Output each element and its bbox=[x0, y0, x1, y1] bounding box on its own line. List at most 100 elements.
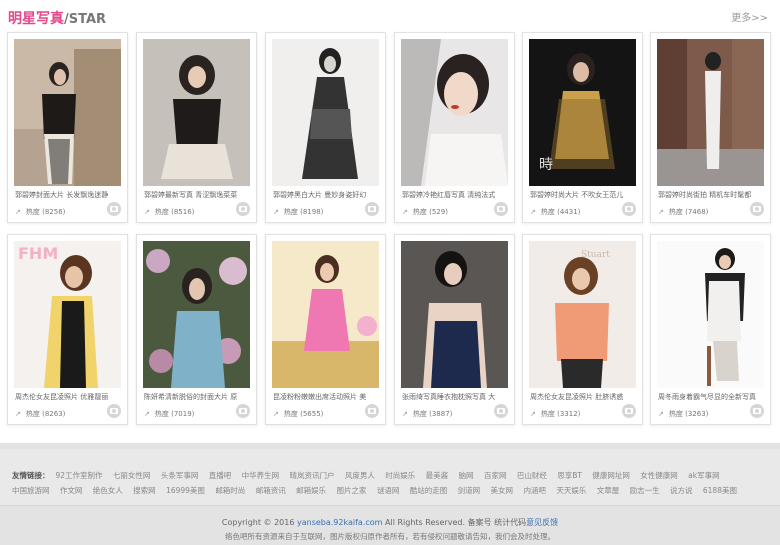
friend-link[interactable]: 巴山财经 bbox=[517, 471, 547, 480]
friend-link[interactable]: 92工作室制作 bbox=[56, 471, 103, 480]
photo-card[interactable]: 郭碧婷冷艳红唇写真 清纯法式 ↗ 热度 (529) bbox=[394, 32, 515, 223]
friend-link[interactable]: 作文网 bbox=[60, 486, 83, 495]
photo-card[interactable]: 昆凌粉粉嫩嫩出席活动照片 美 ↗ 热度 (5655) bbox=[265, 234, 386, 425]
photo-card[interactable]: 陈妍希清新脱俗的封面大片 原 ↗ 热度 (7019) bbox=[136, 234, 257, 425]
friend-link[interactable]: 6188美图 bbox=[703, 486, 737, 495]
photo-thumbnail[interactable] bbox=[14, 39, 121, 186]
photo-thumbnail[interactable] bbox=[657, 39, 764, 186]
photo-card[interactable]: 周冬雨身着霸气尽显的全新写真 ↗ 热度 (3263) bbox=[650, 234, 771, 425]
friend-link[interactable]: 邮箱时尚 bbox=[215, 486, 245, 495]
photo-card[interactable]: 郭碧婷最新写真 青涩飘逸菜菜 ↗ 热度 (8516) bbox=[136, 32, 257, 223]
heat-count: ↗ 热度 (7468) bbox=[658, 208, 709, 216]
photo-thumbnail[interactable] bbox=[272, 241, 379, 388]
camera-icon[interactable] bbox=[107, 202, 121, 216]
rights-text: All Rights Reserved. bbox=[385, 518, 466, 527]
friend-link[interactable]: 百家网 bbox=[484, 471, 507, 480]
photo-caption[interactable]: 周杰伦女友昆凌照片 优雅靓丽 bbox=[15, 392, 120, 402]
friend-link[interactable]: 邮箱娱乐 bbox=[296, 486, 326, 495]
photo-thumbnail[interactable] bbox=[401, 241, 508, 388]
photo-caption[interactable]: 郭碧婷封面大片 长发飘逸迷静 bbox=[15, 190, 120, 200]
camera-icon[interactable] bbox=[365, 202, 379, 216]
photo-caption[interactable]: 周杰伦女友昆凌照片 肚脐诱惑 bbox=[530, 392, 635, 402]
photo-caption[interactable]: 周冬雨身着霸气尽显的全新写真 bbox=[658, 392, 763, 402]
photo-caption[interactable]: 郭碧婷冷艳红唇写真 清纯法式 bbox=[402, 190, 507, 200]
share-icon: ↗ bbox=[273, 410, 279, 418]
photo-thumbnail[interactable]: Stuart bbox=[529, 241, 636, 388]
friend-link[interactable]: 内涵吧 bbox=[523, 486, 546, 495]
friend-link[interactable]: 文章屋 bbox=[597, 486, 620, 495]
friend-link[interactable]: 酷站的走图 bbox=[410, 486, 448, 495]
photo-thumbnail[interactable] bbox=[272, 39, 379, 186]
photo-caption[interactable]: 张雨绮写真睡衣抱枕照写真 大 bbox=[402, 392, 507, 402]
camera-icon[interactable] bbox=[622, 202, 636, 216]
photo-caption[interactable]: 陈妍希清新脱俗的封面大片 原 bbox=[144, 392, 249, 402]
photo-thumbnail[interactable] bbox=[657, 241, 764, 388]
svg-text:FHM: FHM bbox=[18, 244, 58, 263]
share-icon: ↗ bbox=[530, 410, 536, 418]
friend-link[interactable]: 绝色女人 bbox=[93, 486, 123, 495]
friend-link[interactable]: 美女网 bbox=[491, 486, 514, 495]
share-icon: ↗ bbox=[15, 410, 21, 418]
friend-link[interactable]: 邮箱资讯 bbox=[256, 486, 286, 495]
friend-link[interactable]: 励志一生 bbox=[630, 486, 660, 495]
share-icon: ↗ bbox=[658, 410, 664, 418]
photo-caption[interactable]: 昆凌粉粉嫩嫩出席活动照片 美 bbox=[273, 392, 378, 402]
friend-link[interactable]: 最美酱 bbox=[426, 471, 449, 480]
feedback-link[interactable]: 意见反馈 bbox=[526, 518, 558, 527]
photo-caption[interactable]: 郭碧婷时尚大片 不吹女王范儿 bbox=[530, 190, 635, 200]
friend-link[interactable]: ak军事网 bbox=[688, 471, 719, 480]
site-domain-link[interactable]: yanseba.92kaifa.com bbox=[297, 518, 382, 527]
friend-link[interactable]: 思享BT bbox=[557, 471, 582, 480]
heat-count: ↗ 热度 (3887) bbox=[402, 410, 453, 418]
camera-icon[interactable] bbox=[750, 202, 764, 216]
photo-thumbnail[interactable] bbox=[143, 39, 250, 186]
camera-icon[interactable] bbox=[365, 404, 379, 418]
friend-link[interactable]: 天天娱乐 bbox=[556, 486, 586, 495]
share-icon: ↗ bbox=[658, 208, 664, 216]
camera-icon[interactable] bbox=[236, 404, 250, 418]
photo-card[interactable]: 郭碧婷封面大片 长发飘逸迷静 ↗ 热度 (8256) bbox=[7, 32, 128, 223]
friend-link[interactable]: 风度男人 bbox=[345, 471, 375, 480]
photo-caption[interactable]: 郭碧婷黑白大片 曼妙身姿好幻 bbox=[273, 190, 378, 200]
photo-caption[interactable]: 郭碧婷最新写真 青涩飘逸菜菜 bbox=[144, 190, 249, 200]
friend-link[interactable]: 中国旅游网 bbox=[12, 486, 50, 495]
camera-icon[interactable] bbox=[494, 202, 508, 216]
friend-link[interactable]: 头条军事网 bbox=[161, 471, 199, 480]
share-icon: ↗ bbox=[402, 410, 408, 418]
photo-card[interactable]: 郭碧婷黑白大片 曼妙身姿好幻 ↗ 热度 (8198) bbox=[265, 32, 386, 223]
photo-thumbnail[interactable] bbox=[143, 241, 250, 388]
camera-icon[interactable] bbox=[494, 404, 508, 418]
friend-link[interactable]: 16999美图 bbox=[166, 486, 205, 495]
photo-caption[interactable]: 郭碧婷时尚街拍 精机车时髦都 bbox=[658, 190, 763, 200]
friend-link[interactable]: 说方说 bbox=[670, 486, 693, 495]
photo-card[interactable]: Stuart 周杰伦女友昆凌照片 肚脐诱惑 ↗ 热度 (3312) bbox=[522, 234, 643, 425]
footer: Copyright © 2016 yanseba.92kaifa.com All… bbox=[0, 505, 780, 545]
camera-icon[interactable] bbox=[750, 404, 764, 418]
friend-link[interactable]: 晴岚资讯门户 bbox=[290, 471, 335, 480]
friend-link[interactable]: 剑道网 bbox=[458, 486, 481, 495]
friend-link[interactable]: 七丽女性网 bbox=[113, 471, 151, 480]
friend-link[interactable]: 女性健康网 bbox=[640, 471, 678, 480]
photo-card[interactable]: 時 郭碧婷时尚大片 不吹女王范儿 ↗ 热度 (4431) bbox=[522, 32, 643, 223]
friend-link[interactable]: 脑网 bbox=[459, 471, 474, 480]
photo-card[interactable]: 张雨绮写真睡衣抱枕照写真 大 ↗ 热度 (3887) bbox=[394, 234, 515, 425]
photo-card[interactable]: 郭碧婷时尚街拍 精机车时髦都 ↗ 热度 (7468) bbox=[650, 32, 771, 223]
photo-thumbnail[interactable]: FHM bbox=[14, 241, 121, 388]
camera-icon[interactable] bbox=[107, 404, 121, 418]
more-link[interactable]: 更多>> bbox=[731, 9, 768, 24]
photo-thumbnail[interactable] bbox=[401, 39, 508, 186]
share-icon: ↗ bbox=[530, 208, 536, 216]
friend-link[interactable]: 时尚娱乐 bbox=[385, 471, 415, 480]
section-title: 明星写真/STAR bbox=[8, 8, 106, 28]
friend-link[interactable]: 图片之家 bbox=[336, 486, 366, 495]
friend-link[interactable]: 健康网址网 bbox=[592, 471, 630, 480]
camera-icon[interactable] bbox=[236, 202, 250, 216]
friend-link[interactable]: 中华养生网 bbox=[242, 471, 280, 480]
friend-link[interactable]: 搜索网 bbox=[133, 486, 156, 495]
photo-thumbnail[interactable]: 時 bbox=[529, 39, 636, 186]
photo-card[interactable]: FHM 周杰伦女友昆凌照片 优雅靓丽 ↗ 热度 (8263) bbox=[7, 234, 128, 425]
friend-link[interactable]: 谜语网 bbox=[377, 486, 400, 495]
friend-link[interactable]: 直播吧 bbox=[209, 471, 232, 480]
camera-icon[interactable] bbox=[622, 404, 636, 418]
friend-links: 友情链接： 92工作室制作 七丽女性网 头条军事网 直播吧 中华养生网 晴岚资讯门… bbox=[12, 468, 772, 498]
